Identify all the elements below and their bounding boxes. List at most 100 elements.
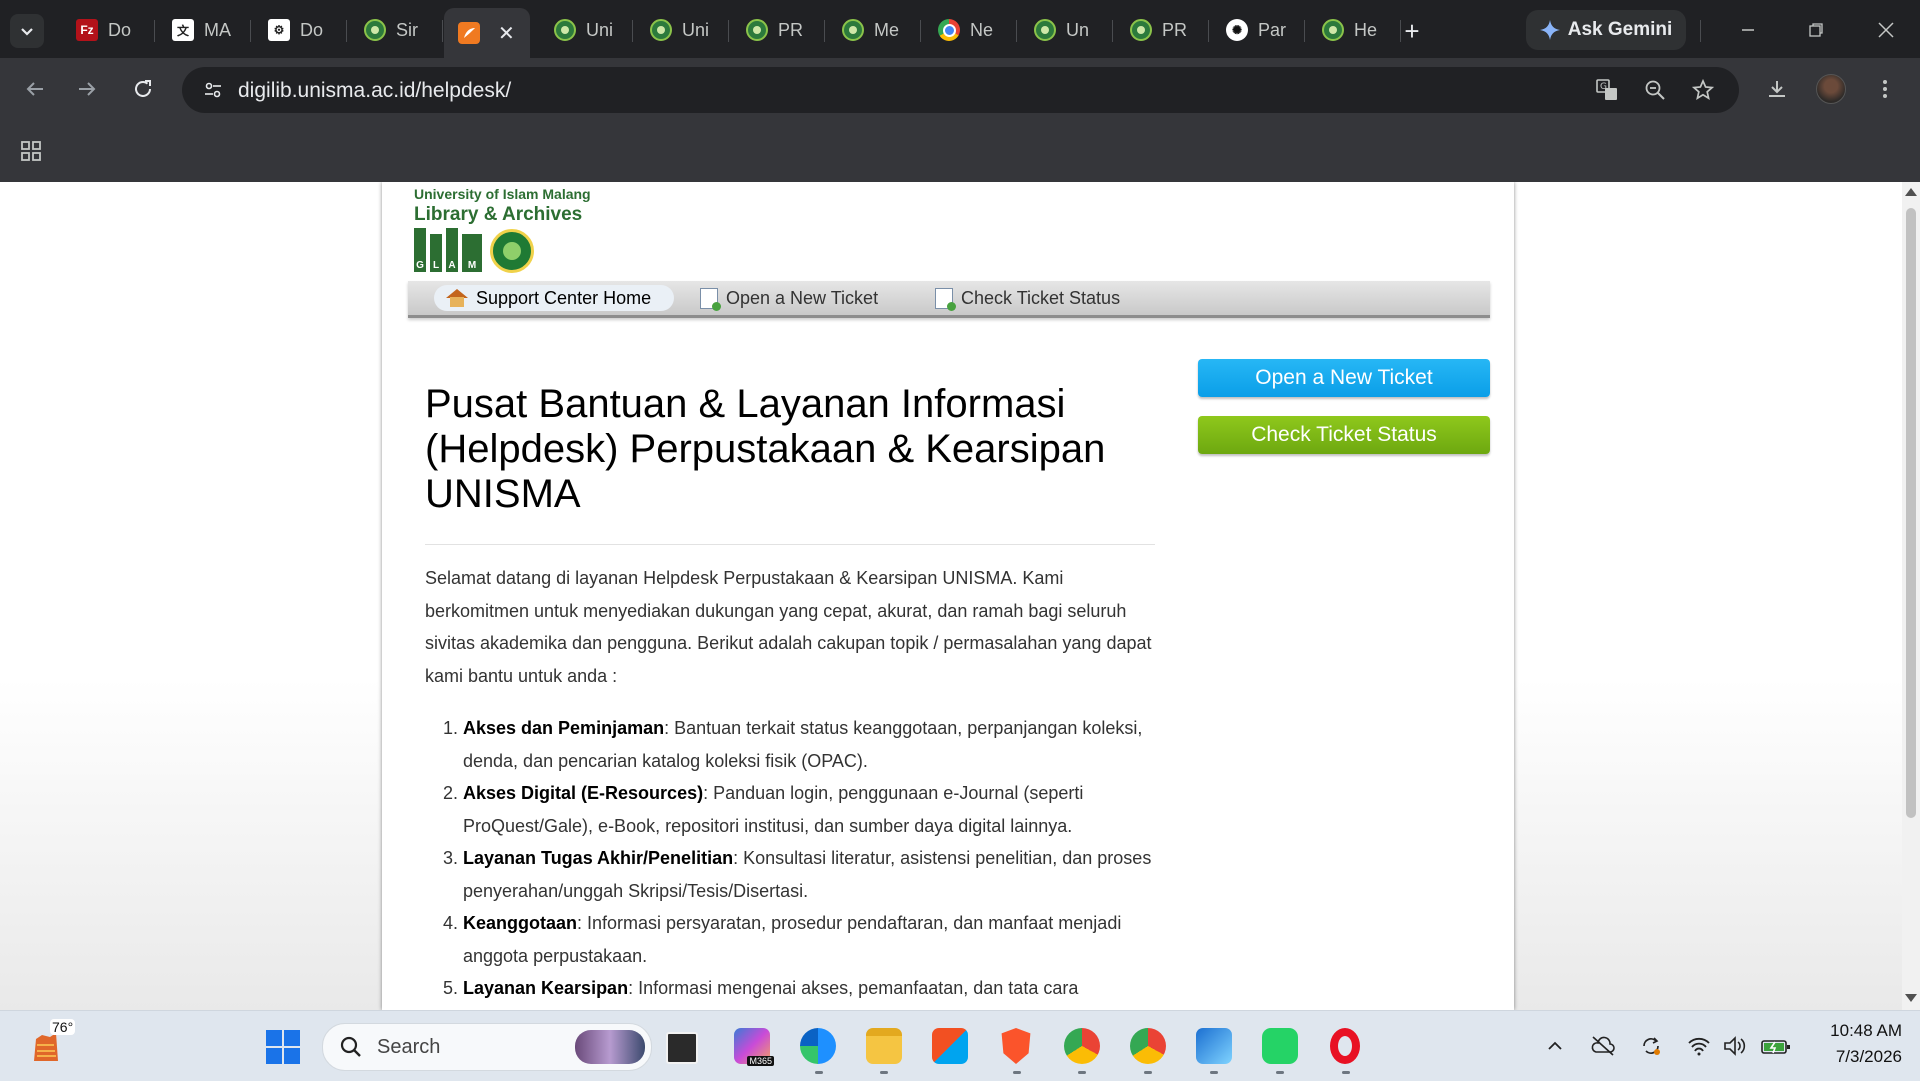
tab-separator	[1016, 20, 1017, 42]
m365-copilot-icon[interactable]: M365	[734, 1028, 774, 1066]
tab-separator	[632, 20, 633, 42]
browser-tab[interactable]: Un	[1020, 10, 1112, 50]
volume-icon[interactable]	[1722, 1033, 1748, 1059]
ask-gemini-button[interactable]: Ask Gemini	[1526, 10, 1686, 50]
browser-tab[interactable]: Me	[828, 10, 920, 50]
browser-menu-button[interactable]	[1866, 70, 1904, 108]
scrollbar-thumb[interactable]	[1906, 208, 1916, 818]
tab-separator	[250, 20, 251, 42]
zoom-button[interactable]	[1638, 73, 1672, 107]
show-hidden-icons-icon[interactable]	[1542, 1033, 1568, 1059]
whatsapp-icon[interactable]	[1262, 1028, 1298, 1064]
close-tab-icon[interactable]: ✕	[498, 21, 515, 46]
browser-tab[interactable]: PR	[1116, 10, 1208, 50]
brave-icon[interactable]	[1001, 1028, 1031, 1064]
translate-button[interactable]: G	[1590, 73, 1624, 107]
scroll-down-icon[interactable]	[1905, 994, 1917, 1002]
photos-icon[interactable]	[1196, 1028, 1232, 1064]
chrome-profile-2-icon[interactable]	[1130, 1028, 1166, 1064]
unisma-icon	[364, 19, 386, 41]
address-bar[interactable]: digilib.unisma.ac.id/helpdesk/ G	[182, 67, 1739, 113]
check-ticket-status-button[interactable]: Check Ticket Status	[1198, 416, 1490, 454]
tab-title: Do	[300, 19, 324, 40]
filezilla-icon: Fz	[76, 19, 98, 41]
topic-list: Akses dan Peminjaman: Bantuan terkait st…	[425, 712, 1165, 1005]
file-explorer-icon[interactable]	[866, 1028, 902, 1064]
browser-tab[interactable]: He	[1308, 10, 1400, 50]
more-vert-icon	[1883, 80, 1887, 98]
downloads-button[interactable]	[1758, 70, 1796, 108]
open-new-ticket-button[interactable]: Open a New Ticket	[1198, 359, 1490, 397]
profile-button[interactable]	[1812, 70, 1850, 108]
list-item: Layanan Tugas Akhir/Penelitian: Konsulta…	[463, 842, 1165, 907]
forward-button[interactable]	[68, 70, 106, 108]
star-icon	[1692, 79, 1714, 100]
browser-tab[interactable]: ✺ Par	[1212, 10, 1304, 50]
clock-time[interactable]: 10:48 AM	[1812, 1021, 1902, 1041]
bookmark-button[interactable]	[1686, 73, 1720, 107]
wifi-icon[interactable]	[1686, 1033, 1712, 1059]
browser-tab[interactable]: Uni	[636, 10, 728, 50]
search-highlight-image	[575, 1030, 645, 1064]
tab-title: Sir	[396, 19, 418, 40]
tab-search-button[interactable]	[10, 14, 44, 48]
page-container: University of Islam Malang Library & Arc…	[382, 182, 1514, 1010]
arrow-right-icon	[79, 82, 96, 96]
tab-separator	[728, 20, 729, 42]
logo-university-name: University of Islam Malang	[414, 186, 591, 202]
tab-separator	[346, 20, 347, 42]
tab-separator	[154, 20, 155, 42]
glam-letter-g: G	[414, 228, 426, 272]
apps-button[interactable]	[12, 132, 50, 170]
browser-tab[interactable]: Sir	[350, 10, 442, 50]
minimize-button[interactable]	[1728, 10, 1768, 50]
chrome-icon	[938, 19, 960, 41]
nav-open-new-ticket[interactable]: Open a New Ticket	[688, 285, 890, 311]
tab-separator	[1112, 20, 1113, 42]
url-text[interactable]: digilib.unisma.ac.id/helpdesk/	[238, 79, 511, 103]
list-item: Layanan Kearsipan: Informasi mengenai ak…	[463, 972, 1165, 1005]
clock-date[interactable]: 7/3/2026	[1812, 1047, 1902, 1067]
topic-title: Keanggotaan	[463, 913, 578, 933]
unisma-seal-logo	[490, 229, 534, 273]
nav-label: Check Ticket Status	[961, 287, 1121, 308]
browser-tab[interactable]: ⚙ Do	[254, 10, 346, 50]
unisma-icon	[1130, 19, 1152, 41]
edge-icon[interactable]	[800, 1028, 836, 1064]
openai-icon: ✺	[1226, 19, 1248, 41]
back-button[interactable]	[16, 70, 54, 108]
battery-charging-icon[interactable]	[1760, 1033, 1792, 1059]
task-view-icon[interactable]	[666, 1032, 698, 1064]
opera-icon[interactable]	[1330, 1028, 1360, 1064]
browser-tab[interactable]: Ne	[924, 10, 1016, 50]
nav-check-ticket-status[interactable]: Check Ticket Status	[923, 285, 1132, 311]
browser-tab[interactable]: Fz Do	[62, 10, 154, 50]
page-scrollbar[interactable]	[1902, 182, 1920, 1010]
start-button[interactable]	[266, 1030, 300, 1064]
restore-button[interactable]	[1796, 10, 1836, 50]
home-icon	[446, 289, 468, 307]
browser-tab[interactable]: Uni	[540, 10, 632, 50]
microsoft-store-icon[interactable]	[932, 1028, 968, 1064]
logo-library-name: Library & Archives	[414, 204, 583, 225]
tab-title: PR	[778, 19, 804, 40]
tab-active[interactable]: ✕	[444, 8, 530, 58]
close-window-button[interactable]	[1866, 10, 1906, 50]
taskbar-search[interactable]: Search	[322, 1023, 652, 1071]
download-icon	[1769, 81, 1785, 97]
reload-button[interactable]	[124, 70, 162, 108]
new-ticket-icon	[700, 287, 721, 311]
browser-tab[interactable]: PR	[732, 10, 824, 50]
chrome-profile-1-icon[interactable]	[1064, 1028, 1100, 1064]
browser-tab[interactable]: 文 MA	[158, 10, 250, 50]
list-item: Akses dan Peminjaman: Bantuan terkait st…	[463, 712, 1165, 777]
reload-icon	[135, 80, 151, 97]
nav-support-center-home[interactable]: Support Center Home	[434, 285, 674, 311]
scroll-up-icon[interactable]	[1905, 188, 1917, 196]
sync-icon[interactable]	[1638, 1033, 1664, 1059]
topic-text: : Informasi mengenai akses, pemanfaatan,…	[628, 978, 1079, 998]
intro-paragraph: Selamat datang di layanan Helpdesk Perpu…	[425, 568, 1152, 686]
site-info-button[interactable]	[196, 73, 230, 107]
onedrive-offline-icon[interactable]	[1590, 1033, 1616, 1059]
tab-separator	[1400, 20, 1401, 42]
